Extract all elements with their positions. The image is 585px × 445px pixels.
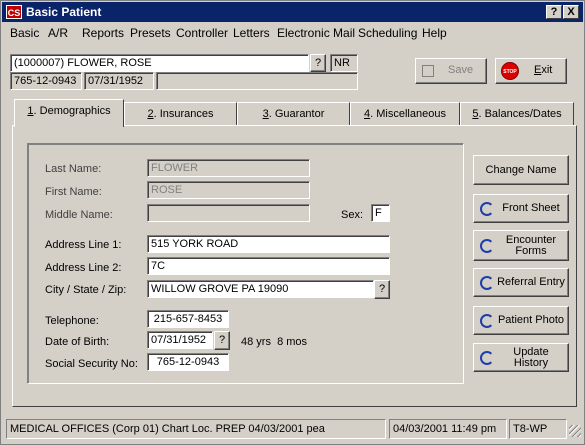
sex-field[interactable]: F [371, 204, 390, 222]
change-name-button[interactable]: Change Name [473, 155, 569, 185]
front-sheet-label: Front Sheet [502, 202, 560, 214]
ssn-field[interactable]: 765-12-0943 [147, 353, 229, 371]
patient-status-field: NR [330, 54, 358, 72]
header-extra-field [156, 72, 358, 90]
menu-presets[interactable]: Presets [130, 26, 171, 40]
address1-field[interactable]: 515 YORK ROAD [147, 235, 390, 253]
stop-icon: STOP [501, 62, 519, 80]
save-checkbox-icon [422, 65, 434, 77]
tab-label: Insurances [159, 108, 214, 120]
tab-label: Demographics [39, 105, 111, 117]
refresh-arrow-icon [480, 276, 494, 290]
dob-label: Date of Birth: [45, 336, 110, 348]
tab-insurances[interactable]: 2. Insurances [124, 102, 237, 126]
menu-help[interactable]: Help [422, 26, 447, 40]
dob-field[interactable]: 07/31/1952 [147, 331, 213, 349]
refresh-arrow-icon [480, 202, 494, 216]
address2-field[interactable]: 7C [147, 257, 390, 275]
refresh-arrow-icon [480, 239, 494, 253]
ssn-label: Social Security No: [45, 358, 138, 370]
status-datetime: 04/03/2001 11:49 pm [389, 419, 507, 439]
tab-demographics[interactable]: 1. Demographics [14, 99, 124, 127]
city-lookup-button[interactable]: ? [374, 280, 390, 299]
address2-label: Address Line 2: [45, 262, 122, 274]
patient-photo-button[interactable]: Patient Photo [473, 306, 569, 335]
update-history-label: Update History [513, 345, 549, 369]
status-office: MEDICAL OFFICES (Corp 01) Chart Loc. PRE… [6, 419, 386, 439]
close-title-button[interactable]: X [563, 5, 579, 19]
referral-entry-button[interactable]: Referral Entry [473, 268, 569, 297]
middle-name-label: Middle Name: [45, 209, 113, 221]
tab-label: Guarantor [274, 108, 325, 120]
city-state-zip-label: City / State / Zip: [45, 284, 127, 296]
tab-number: 4 [364, 108, 371, 120]
basic-patient-window: CS Basic Patient ? X Basic A/R Reports P… [0, 0, 585, 445]
tab-miscellaneous[interactable]: 4. Miscellaneous [350, 102, 460, 126]
header-ssn-field: 765-12-0943 [10, 72, 82, 90]
menu-scheduling[interactable]: Scheduling [358, 26, 417, 40]
encounter-forms-label: Encounter Forms [505, 233, 557, 257]
save-label: Save [448, 64, 474, 76]
first-name-field: ROSE [147, 181, 310, 199]
help-title-button[interactable]: ? [546, 5, 562, 19]
sex-label: Sex: [341, 209, 364, 221]
tab-number: 3 [262, 108, 269, 120]
refresh-arrow-icon [480, 351, 494, 365]
encounter-forms-button[interactable]: Encounter Forms [473, 230, 569, 261]
tab-balances-dates[interactable]: 5. Balances/Dates [460, 102, 574, 126]
patient-photo-label: Patient Photo [497, 314, 565, 326]
tab-number: 5 [472, 108, 479, 120]
refresh-arrow-icon [480, 314, 494, 328]
dob-lookup-button[interactable]: ? [214, 331, 230, 350]
menu-controller[interactable]: Controller [176, 26, 228, 40]
patient-name-field[interactable]: (1000007) FLOWER, ROSE [10, 54, 309, 72]
front-sheet-button[interactable]: Front Sheet [473, 194, 569, 223]
resize-grip[interactable] [569, 425, 581, 437]
tab-label: Miscellaneous [376, 108, 446, 120]
last-name-label: Last Name: [45, 163, 102, 175]
save-button[interactable]: Save [415, 58, 487, 84]
menu-bar: Basic A/R Reports Presets Controller Let… [2, 23, 583, 43]
header-dob-field: 07/31/1952 [84, 72, 154, 90]
change-name-label: Change Name [485, 163, 557, 176]
status-station: T8-WP [509, 419, 567, 439]
age-text: 48 yrs 8 mos [241, 336, 308, 348]
tab-guarantor[interactable]: 3. Guarantor [237, 102, 350, 126]
tab-number: 1 [27, 105, 34, 117]
referral-entry-label: Referral Entry [497, 276, 565, 288]
exit-label: Exit [534, 64, 553, 76]
exit-button[interactable]: STOP Exit [495, 58, 567, 84]
telephone-field[interactable]: 215-657-8453 [147, 310, 229, 328]
city-state-zip-field[interactable]: WILLOW GROVE PA 19090 [147, 280, 374, 298]
last-name-field: FLOWER [147, 159, 310, 177]
menu-basic[interactable]: Basic [10, 26, 39, 40]
window-title: Basic Patient [26, 5, 102, 19]
menu-letters[interactable]: Letters [233, 26, 270, 40]
update-history-button[interactable]: Update History [473, 343, 569, 372]
middle-name-field [147, 204, 310, 222]
menu-reports[interactable]: Reports [82, 26, 124, 40]
telephone-label: Telephone: [45, 315, 99, 327]
address1-label: Address Line 1: [45, 239, 122, 251]
app-icon: CS [6, 5, 22, 19]
tab-number: 2 [147, 108, 154, 120]
first-name-label: First Name: [45, 186, 102, 198]
menu-electronic-mail[interactable]: Electronic Mail [277, 26, 355, 40]
title-bar: CS Basic Patient ? X [2, 2, 583, 22]
patient-lookup-button[interactable]: ? [310, 54, 326, 72]
tab-label: Balances/Dates [484, 108, 562, 120]
menu-ar[interactable]: A/R [48, 26, 68, 40]
